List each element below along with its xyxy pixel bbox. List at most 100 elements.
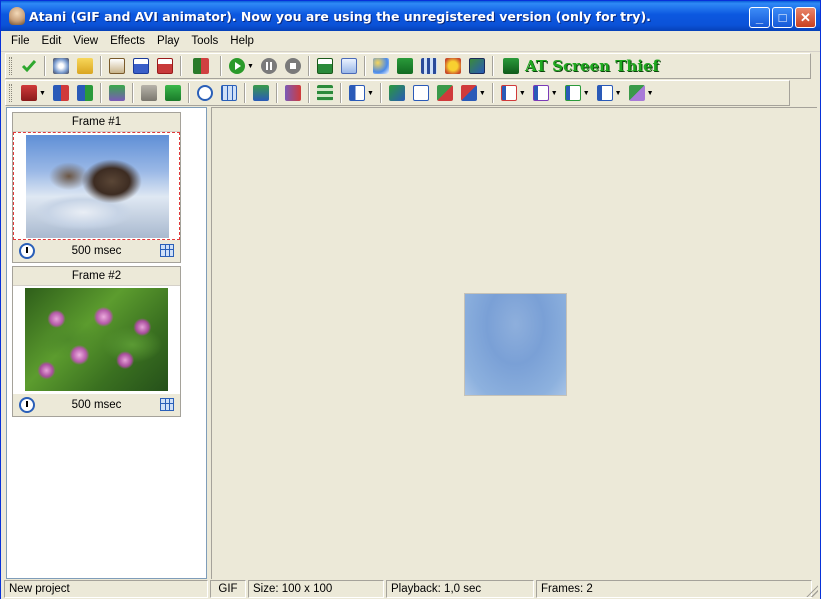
delete-frame-button[interactable] (74, 82, 96, 104)
menu-edit[interactable]: Edit (36, 35, 68, 47)
apply-button[interactable] (18, 55, 40, 77)
dragon-on-snow-image (26, 135, 169, 238)
frame-title: Frame #2 (13, 267, 180, 286)
color-effect-dropdown-chevron-down-icon[interactable]: ▼ (583, 90, 590, 97)
brightness-icon (596, 85, 613, 101)
save-frame-button[interactable] (314, 55, 336, 77)
frame-card-1[interactable]: Frame #1 500 msec (12, 112, 181, 263)
text-effect-dropdown-chevron-down-icon[interactable]: ▼ (519, 90, 526, 97)
animation-preview-image[interactable] (464, 293, 567, 396)
frame-delay: 500 msec (71, 245, 122, 257)
resize-button[interactable] (394, 55, 416, 77)
transform-button[interactable] (458, 82, 480, 104)
add-frame-dropdown-chevron-down-icon[interactable]: ▼ (39, 90, 46, 97)
menu-play[interactable]: Play (151, 35, 185, 47)
menu-help[interactable]: Help (224, 35, 260, 47)
film-button[interactable] (418, 55, 440, 77)
export-search-icon (193, 58, 209, 74)
menu-view[interactable]: View (67, 35, 104, 47)
border-effect-icon (532, 85, 549, 101)
stopwatch-icon[interactable] (19, 243, 35, 259)
frame-grid-icon[interactable] (160, 398, 174, 411)
window-title: Atani (GIF and AVI animator). Now you ar… (29, 8, 651, 24)
pause-button[interactable] (258, 55, 280, 77)
export-button[interactable] (186, 55, 216, 77)
resize-grip-icon[interactable] (806, 585, 818, 597)
arrow-up-icon (140, 85, 157, 101)
toolbar-grip[interactable] (9, 57, 12, 75)
status-frames: Frames: 2 (536, 580, 812, 598)
text-effect-button[interactable] (498, 82, 520, 104)
bright-effect-button[interactable] (594, 82, 616, 104)
border-effect-button[interactable] (530, 82, 552, 104)
layout-button[interactable] (346, 82, 368, 104)
layout-dropdown-chevron-down-icon[interactable]: ▼ (367, 90, 374, 97)
save-as-button[interactable] (154, 55, 176, 77)
frames-panel[interactable]: Frame #1 500 msec Frame #2 500 msec (6, 107, 207, 579)
screen-thief-button[interactable]: AT Screen Thief (499, 55, 663, 77)
frame-thumbnail[interactable] (13, 286, 180, 394)
crop-icon (388, 85, 405, 101)
title-bar[interactable]: Atani (GIF and AVI animator). Now you ar… (1, 1, 820, 31)
favorites-button[interactable] (442, 55, 464, 77)
move-down-button[interactable] (162, 82, 184, 104)
reverse-button[interactable] (282, 82, 304, 104)
stop-button[interactable] (282, 55, 304, 77)
border-effect-dropdown-chevron-down-icon[interactable]: ▼ (551, 90, 558, 97)
close-button[interactable]: ✕ (795, 7, 816, 28)
crop-button[interactable] (386, 82, 408, 104)
menu-effects[interactable]: Effects (104, 35, 151, 47)
transparency-dropdown-chevron-down-icon[interactable]: ▼ (647, 90, 654, 97)
transform-icon (460, 85, 477, 101)
frame-card-2[interactable]: Frame #2 500 msec (12, 266, 181, 417)
film-strip-icon (420, 58, 437, 74)
frame-properties-button[interactable] (218, 82, 240, 104)
toolbar-separator (44, 56, 46, 76)
transform-dropdown-chevron-down-icon[interactable]: ▼ (479, 90, 486, 97)
toolbar-separator (275, 83, 278, 103)
app-logo-icon[interactable] (9, 7, 25, 25)
save-button[interactable] (130, 55, 152, 77)
toolbar-separator (131, 83, 134, 103)
maximize-button[interactable]: □ (772, 7, 793, 28)
checkmark-icon (21, 60, 37, 73)
insert-frame-button[interactable] (50, 82, 72, 104)
preview-canvas[interactable] (211, 107, 817, 579)
optimize-button[interactable] (250, 82, 272, 104)
menu-file[interactable]: File (5, 35, 36, 47)
open-button[interactable] (74, 55, 96, 77)
import-button[interactable] (106, 55, 128, 77)
screen-thief-label: AT Screen Thief (524, 57, 659, 75)
frame-thumbnail-selected[interactable] (13, 132, 180, 240)
duplicate-frame-button[interactable] (106, 82, 128, 104)
stopwatch-icon[interactable] (19, 397, 35, 413)
toolbar-separator (180, 56, 182, 76)
copy-icon (340, 58, 357, 74)
copy-button[interactable] (338, 55, 360, 77)
toolbar-grip[interactable] (9, 84, 12, 102)
floppy-disk-icon (133, 58, 149, 74)
image-button[interactable] (466, 55, 488, 77)
menu-tools[interactable]: Tools (185, 35, 224, 47)
toolbar-separator (491, 56, 494, 76)
delete-frame-icon (76, 85, 93, 101)
color-effect-button[interactable] (562, 82, 584, 104)
move-up-button[interactable] (138, 82, 160, 104)
film-strip-button[interactable] (314, 82, 336, 104)
minimize-button[interactable]: _ (749, 7, 770, 28)
merge-button[interactable] (434, 82, 456, 104)
play-dropdown-chevron-down-icon[interactable]: ▼ (247, 63, 254, 70)
frames-toolbar: ▼ ▼ ▼ ▼ ▼ ▼ ▼ ▼ (5, 80, 790, 106)
text-effect-icon (500, 85, 517, 101)
frame-delay-button[interactable] (194, 82, 216, 104)
add-frame-button[interactable] (18, 82, 40, 104)
open-folder-icon (77, 58, 93, 74)
frame-grid-icon[interactable] (160, 244, 174, 257)
status-format: GIF (210, 580, 246, 598)
select-button[interactable] (410, 82, 432, 104)
bright-effect-dropdown-chevron-down-icon[interactable]: ▼ (615, 90, 622, 97)
play-button[interactable] (226, 55, 248, 77)
effects-button[interactable] (370, 55, 392, 77)
transparency-button[interactable] (626, 82, 648, 104)
wizard-button[interactable] (50, 55, 72, 77)
